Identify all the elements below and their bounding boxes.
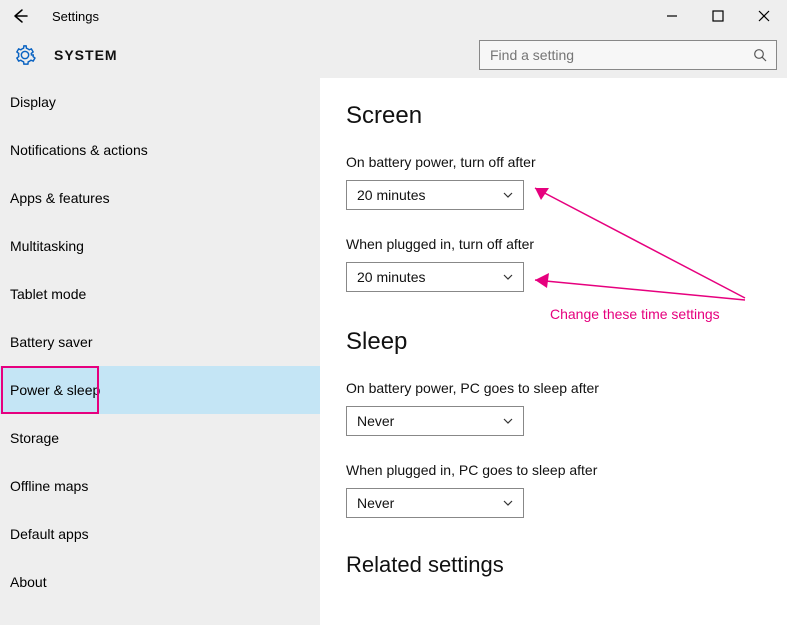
minimize-icon xyxy=(666,10,678,22)
arrow-left-icon xyxy=(11,7,29,25)
related-heading: Related settings xyxy=(346,552,761,578)
page-caption: SYSTEM xyxy=(54,47,118,63)
sidebar-item-label: Battery saver xyxy=(10,334,92,350)
screen-plugged-select[interactable]: 20 minutes xyxy=(346,262,524,292)
sidebar-item-battery-saver[interactable]: Battery saver xyxy=(0,318,320,366)
sidebar-item-offline-maps[interactable]: Offline maps xyxy=(0,462,320,510)
screen-battery-value: 20 minutes xyxy=(357,187,425,203)
sidebar-item-default-apps[interactable]: Default apps xyxy=(0,510,320,558)
annotation-text: Change these time settings xyxy=(550,306,720,322)
sidebar: Display Notifications & actions Apps & f… xyxy=(0,78,320,625)
sleep-battery-label: On battery power, PC goes to sleep after xyxy=(346,380,761,396)
close-button[interactable] xyxy=(741,0,787,32)
chevron-down-icon xyxy=(501,496,515,510)
sidebar-item-label: Default apps xyxy=(10,526,89,542)
sidebar-item-label: Power & sleep xyxy=(10,382,100,398)
sidebar-item-label: Apps & features xyxy=(10,190,110,206)
sleep-plugged-label: When plugged in, PC goes to sleep after xyxy=(346,462,761,478)
gear-icon xyxy=(12,42,38,68)
chevron-down-icon xyxy=(501,188,515,202)
sidebar-item-notifications[interactable]: Notifications & actions xyxy=(0,126,320,174)
back-button[interactable] xyxy=(0,7,40,25)
sidebar-item-label: Multitasking xyxy=(10,238,84,254)
sleep-heading: Sleep xyxy=(346,328,761,356)
chevron-down-icon xyxy=(501,414,515,428)
chevron-down-icon xyxy=(501,270,515,284)
sidebar-item-display[interactable]: Display xyxy=(0,78,320,126)
sidebar-item-storage[interactable]: Storage xyxy=(0,414,320,462)
header-bar: SYSTEM xyxy=(0,32,787,78)
close-icon xyxy=(758,10,770,22)
sidebar-item-power-sleep[interactable]: Power & sleep xyxy=(0,366,320,414)
screen-heading: Screen xyxy=(346,102,761,130)
maximize-button[interactable] xyxy=(695,0,741,32)
minimize-button[interactable] xyxy=(649,0,695,32)
maximize-icon xyxy=(712,10,724,22)
window-title: Settings xyxy=(40,9,649,24)
search-box[interactable] xyxy=(479,40,777,70)
screen-plugged-value: 20 minutes xyxy=(357,269,425,285)
sidebar-item-tablet-mode[interactable]: Tablet mode xyxy=(0,270,320,318)
sidebar-item-label: Display xyxy=(10,94,56,110)
sidebar-item-label: Notifications & actions xyxy=(10,142,148,158)
title-bar: Settings xyxy=(0,0,787,32)
search-input[interactable] xyxy=(490,47,752,63)
search-icon xyxy=(752,47,768,63)
sidebar-item-multitasking[interactable]: Multitasking xyxy=(0,222,320,270)
sleep-plugged-value: Never xyxy=(357,495,394,511)
sidebar-item-apps-features[interactable]: Apps & features xyxy=(0,174,320,222)
sidebar-item-label: Storage xyxy=(10,430,59,446)
sidebar-item-label: About xyxy=(10,574,47,590)
sidebar-item-about[interactable]: About xyxy=(0,558,320,606)
sidebar-item-label: Tablet mode xyxy=(10,286,86,302)
content-pane: Screen On battery power, turn off after … xyxy=(320,78,787,625)
sleep-plugged-select[interactable]: Never xyxy=(346,488,524,518)
sleep-battery-value: Never xyxy=(357,413,394,429)
sleep-battery-select[interactable]: Never xyxy=(346,406,524,436)
screen-battery-select[interactable]: 20 minutes xyxy=(346,180,524,210)
sidebar-item-label: Offline maps xyxy=(10,478,88,494)
